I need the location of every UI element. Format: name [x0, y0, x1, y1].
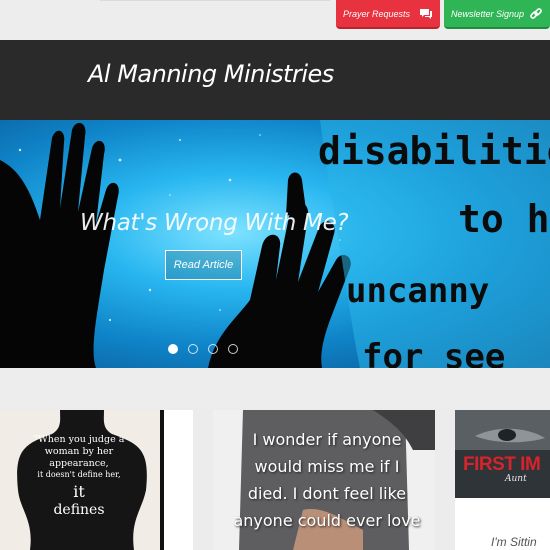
quote2-line-2: would miss me if I	[254, 457, 400, 476]
hero-image-line-4: for see	[362, 337, 505, 368]
article-card-2[interactable]: I wonder if anyone would miss me if I di…	[213, 410, 435, 550]
hero-image-line-1: disabilitie	[318, 129, 550, 173]
article-2-quote: I wonder if anyone would miss me if I di…	[227, 426, 427, 534]
slider-dot-3[interactable]	[208, 344, 218, 354]
first-impression-text: FIRST IM	[463, 454, 541, 475]
link-icon	[525, 3, 547, 25]
quote-line-3: appearance,	[49, 457, 109, 469]
slider-dot-1[interactable]	[168, 344, 178, 354]
speech-bubbles-icon	[415, 3, 437, 25]
quote-line-2: woman by her	[44, 445, 114, 457]
hero-slider[interactable]: disabilitie to h uncanny for see What's …	[0, 120, 550, 368]
quote-line-5: it	[73, 481, 85, 501]
hero-image: disabilitie to h uncanny for see	[0, 120, 550, 368]
top-bar: Prayer Requests Newsletter Signup	[0, 0, 550, 40]
article-card-1[interactable]: "When you judge a woman by her appearanc…	[0, 410, 193, 550]
site-title[interactable]: Al Manning Ministries	[88, 60, 334, 88]
quote2-line-1: I wonder if anyone	[252, 430, 402, 449]
article-thumbnail-3[interactable]: FIRST IM Aunt	[455, 410, 550, 498]
page: Prayer Requests Newsletter Signup Al Man…	[0, 0, 550, 550]
newsletter-signup-label: Newsletter Signup	[451, 8, 525, 19]
quote-line-4: it doesn't define her,	[37, 469, 121, 479]
newsletter-signup-button[interactable]: Newsletter Signup	[444, 0, 550, 29]
article-3-excerpt: I'm Sittin	[491, 535, 537, 549]
quote-line-1: "When you judge a	[33, 434, 125, 445]
site-header: Al Manning Ministries	[0, 40, 550, 120]
prayer-requests-button[interactable]: Prayer Requests	[336, 0, 440, 29]
article-card-3[interactable]: FIRST IM Aunt I'm Sittin	[455, 410, 550, 550]
article-thumbnail-2[interactable]: I wonder if anyone would miss me if I di…	[213, 410, 435, 550]
article-1-quote: "When you judge a woman by her appearanc…	[4, 434, 154, 519]
quote2-line-3: died. I dont feel like	[247, 484, 407, 503]
top-divider	[100, 0, 330, 1]
slider-dots	[168, 344, 238, 354]
script-text: Aunt	[505, 474, 527, 484]
read-article-button[interactable]: Read Article	[165, 250, 242, 280]
slider-dot-2[interactable]	[188, 344, 198, 354]
slider-dot-4[interactable]	[228, 344, 238, 354]
hero-title[interactable]: What's Wrong With Me?	[80, 210, 349, 236]
hero-image-line-2: to h	[458, 197, 550, 241]
prayer-requests-label: Prayer Requests	[343, 8, 411, 19]
quote-line-6: defines	[53, 501, 105, 518]
article-thumbnail-1[interactable]: "When you judge a woman by her appearanc…	[0, 410, 164, 550]
section-gap	[0, 368, 550, 408]
hero-image-line-3: uncanny	[346, 271, 489, 311]
quote2-line-4: anyone could ever love	[233, 511, 421, 530]
